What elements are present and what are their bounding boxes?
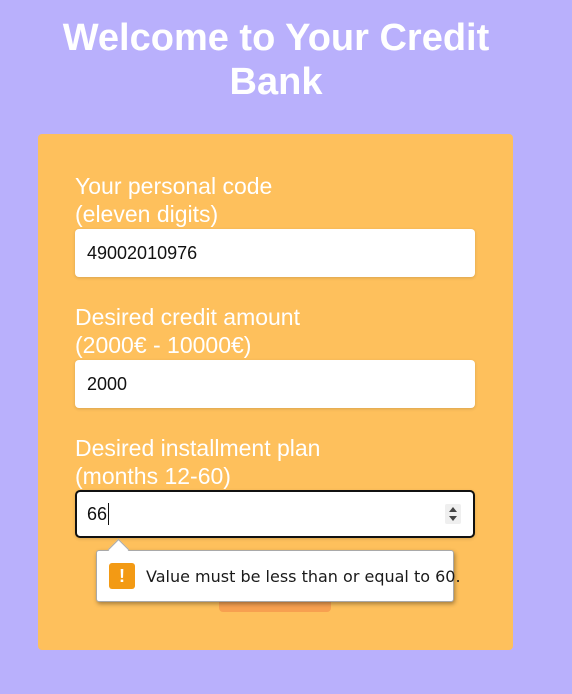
personal-code-label: Your personal code (eleven digits) [75, 172, 455, 228]
credit-amount-label: Desired credit amount (2000€ - 10000€) [75, 303, 455, 359]
validation-message: Value must be less than or equal to 60. [146, 567, 461, 586]
installment-plan-label: Desired installment plan (months 12-60) [75, 434, 455, 490]
credit-amount-value: 2000 [87, 374, 128, 394]
personal-code-value: 49002010976 [87, 243, 198, 263]
text-caret [108, 502, 110, 525]
validation-tooltip: ! Value must be less than or equal to 60… [96, 538, 461, 602]
installment-plan-label-line2: (months 12-60) [75, 463, 231, 489]
number-spinner[interactable] [445, 504, 461, 524]
page-title: Welcome to Your Credit Bank [0, 16, 552, 104]
page-title-line2: Bank [229, 61, 323, 103]
installment-plan-label-line1: Desired installment plan [75, 435, 321, 461]
credit-amount-label-line2: (2000€ - 10000€) [75, 332, 252, 358]
personal-code-input[interactable]: 49002010976 [75, 229, 475, 277]
installment-plan-input[interactable]: 66 [75, 490, 475, 538]
installment-plan-value: 66 [87, 504, 108, 524]
personal-code-label-line1: Your personal code [75, 173, 273, 199]
credit-amount-label-line1: Desired credit amount [75, 304, 300, 330]
warning-icon: ! [109, 563, 135, 589]
credit-amount-input[interactable]: 2000 [75, 360, 475, 408]
personal-code-label-line2: (eleven digits) [75, 201, 219, 227]
spin-down-icon[interactable] [449, 516, 457, 521]
spin-up-icon[interactable] [449, 507, 457, 512]
page-title-line1: Welcome to Your Credit [62, 17, 490, 59]
